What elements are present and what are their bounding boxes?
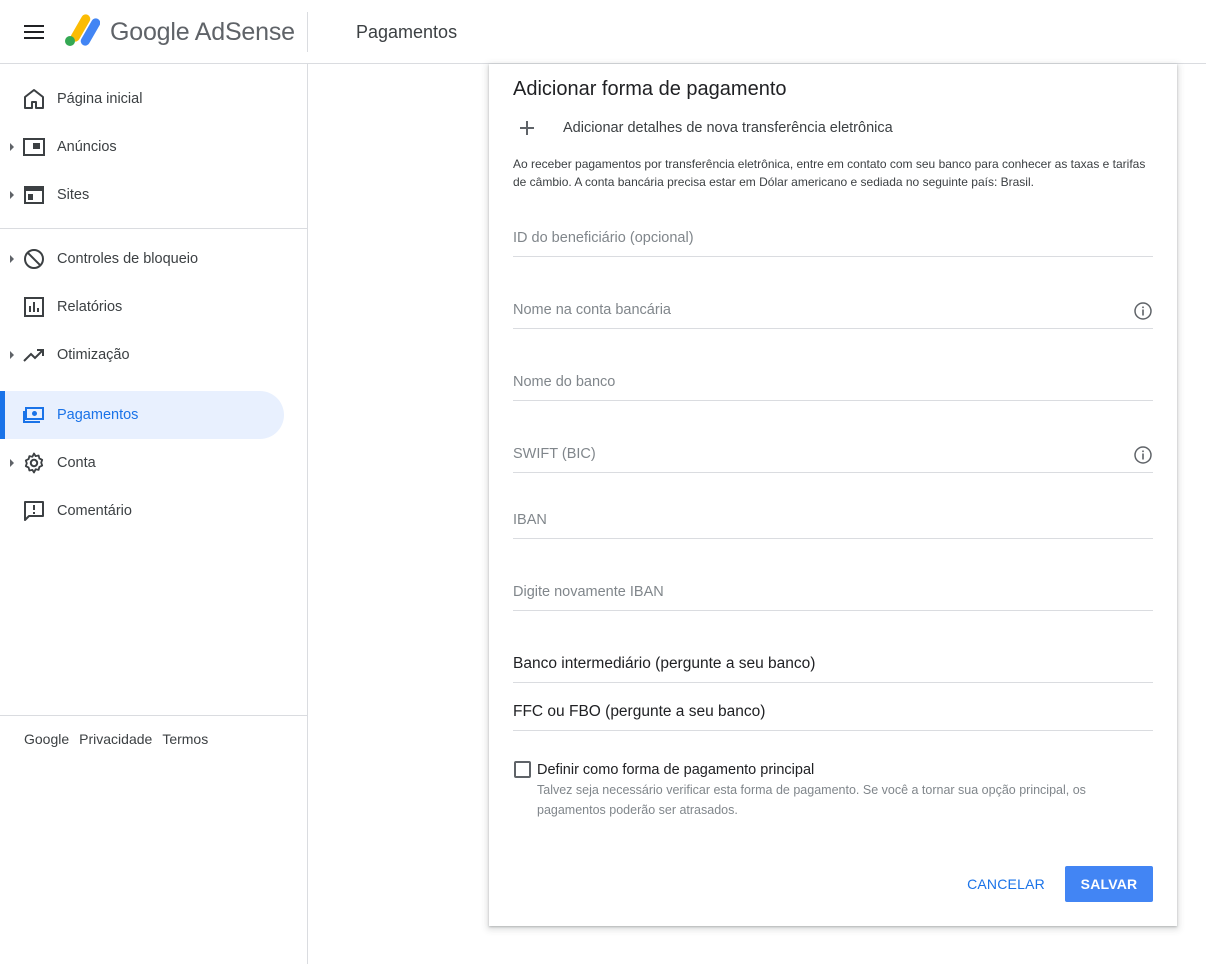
sidebar-item-blocking-controls[interactable]: Controles de bloqueio	[0, 235, 284, 283]
sidebar-item-optimization[interactable]: Otimização	[0, 331, 284, 379]
expand-caret-icon	[10, 351, 14, 359]
footer-terms-link[interactable]: Termos	[162, 731, 208, 747]
field-label: Nome na conta bancária	[513, 302, 671, 318]
sidebar-item-label: Anúncios	[57, 139, 117, 155]
card-title: Adicionar forma de pagamento	[513, 78, 787, 100]
sidebar: Página inicial Anúncios Sites Controles …	[0, 64, 308, 964]
brand-name: Google AdSense	[110, 18, 295, 46]
sidebar-item-label: Sites	[57, 187, 90, 203]
menu-button[interactable]	[14, 12, 54, 52]
reports-icon	[24, 297, 44, 317]
swift-field[interactable]: SWIFT (BIC)	[513, 425, 1153, 473]
primary-payment-label[interactable]: Definir como forma de pagamento principa…	[537, 760, 814, 780]
app-header: Google AdSense Pagamentos	[0, 0, 1206, 64]
sidebar-divider	[0, 228, 307, 229]
account-name-field[interactable]: Nome na conta bancária	[513, 281, 1153, 329]
field-label: Banco intermediário (pergunte a seu banc…	[513, 655, 816, 672]
primary-payment-checkbox[interactable]	[514, 761, 531, 778]
sidebar-item-label: Conta	[57, 455, 96, 471]
sidebar-item-label: Controles de bloqueio	[57, 251, 199, 267]
sites-icon	[24, 186, 44, 204]
sidebar-item-label: Relatórios	[57, 299, 123, 315]
field-label: Nome do banco	[513, 374, 616, 390]
field-label: SWIFT (BIC)	[513, 446, 596, 462]
iban-confirm-field[interactable]: Digite novamente IBAN	[513, 563, 1153, 611]
payments-icon	[23, 407, 44, 423]
sidebar-item-feedback[interactable]: Comentário	[0, 487, 284, 535]
expand-caret-icon	[10, 255, 14, 263]
hamburger-menu-icon	[24, 25, 44, 39]
adsense-logo-icon[interactable]	[64, 14, 100, 48]
info-icon[interactable]	[1133, 301, 1153, 321]
add-wire-transfer-label: Adicionar detalhes de nova transferência…	[563, 120, 893, 136]
sidebar-footer: Google Privacidade Termos	[24, 731, 208, 747]
info-icon[interactable]	[1133, 445, 1153, 465]
cancel-button[interactable]: CANCELAR	[961, 866, 1051, 902]
ffc-fbo-field[interactable]: FFC ou FBO (pergunte a seu banco)	[513, 683, 1153, 731]
sidebar-item-account[interactable]: Conta	[0, 439, 284, 487]
sidebar-item-home[interactable]: Página inicial	[0, 75, 284, 123]
wire-transfer-info: Ao receber pagamentos por transferência …	[513, 157, 1146, 189]
field-label: IBAN	[513, 512, 547, 528]
sidebar-footer-divider	[0, 715, 307, 716]
field-label: ID do beneficiário (opcional)	[513, 230, 694, 246]
footer-google-link[interactable]: Google	[24, 731, 69, 747]
plus-icon	[513, 116, 541, 140]
block-icon	[24, 249, 44, 269]
payment-method-card: Adicionar forma de pagamento Adicionar d…	[489, 64, 1177, 926]
primary-payment-description: Talvez seja necessário verificar esta fo…	[537, 783, 1086, 817]
ads-icon	[23, 138, 45, 156]
add-wire-transfer-button[interactable]: Adicionar detalhes de nova transferência…	[513, 116, 893, 140]
header-divider	[307, 12, 308, 52]
sidebar-item-label: Otimização	[57, 347, 130, 363]
bank-name-field[interactable]: Nome do banco	[513, 353, 1153, 401]
field-label: Digite novamente IBAN	[513, 584, 664, 600]
save-button[interactable]: SALVAR	[1065, 866, 1153, 902]
sidebar-item-ads[interactable]: Anúncios	[0, 123, 284, 171]
page-title: Pagamentos	[356, 22, 458, 42]
iban-field[interactable]: IBAN	[513, 491, 1153, 539]
sidebar-item-label: Página inicial	[57, 91, 143, 107]
expand-caret-icon	[10, 459, 14, 467]
sidebar-item-label: Pagamentos	[57, 407, 139, 423]
expand-caret-icon	[10, 143, 14, 151]
beneficiary-id-field[interactable]: ID do beneficiário (opcional)	[513, 209, 1153, 257]
sidebar-item-label: Comentário	[57, 503, 132, 519]
feedback-icon	[24, 501, 44, 521]
intermediary-bank-field[interactable]: Banco intermediário (pergunte a seu banc…	[513, 635, 1153, 683]
trending-up-icon	[23, 349, 44, 362]
home-icon	[24, 89, 44, 109]
footer-privacy-link[interactable]: Privacidade	[79, 731, 152, 747]
sidebar-item-reports[interactable]: Relatórios	[0, 283, 284, 331]
sidebar-item-payments[interactable]: Pagamentos	[0, 391, 284, 439]
sidebar-item-sites[interactable]: Sites	[0, 171, 284, 219]
expand-caret-icon	[10, 191, 14, 199]
gear-icon	[24, 452, 44, 474]
field-label: FFC ou FBO (pergunte a seu banco)	[513, 703, 766, 720]
